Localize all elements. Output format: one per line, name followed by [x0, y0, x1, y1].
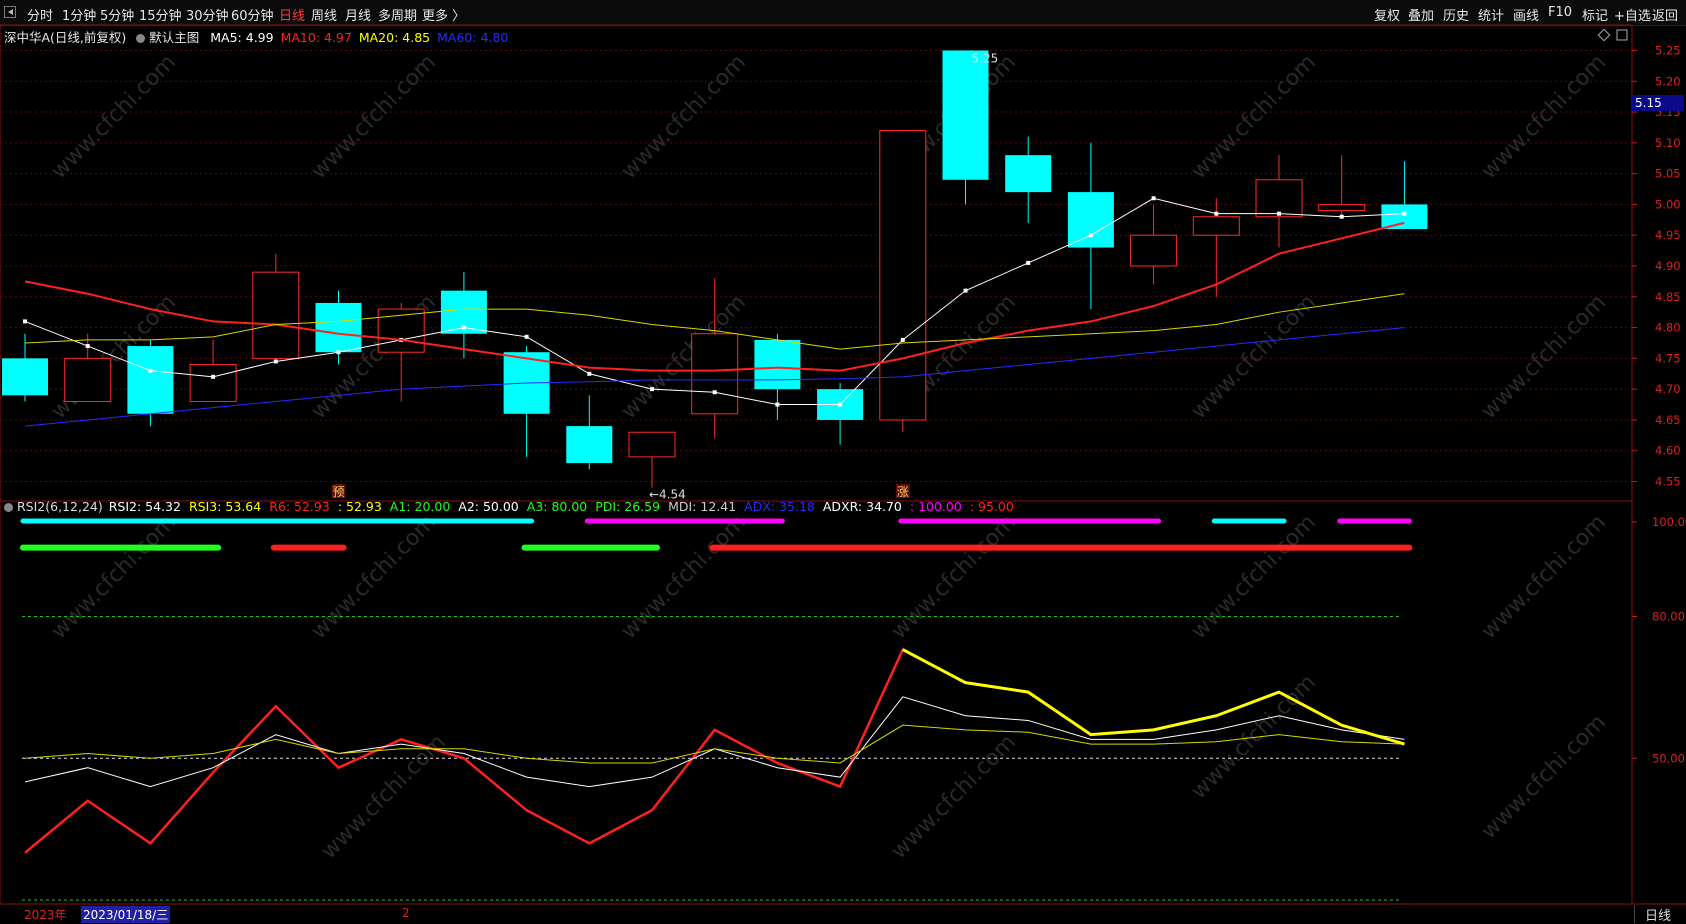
price-tick-label: 4.90 [1655, 259, 1681, 273]
ma5-point [524, 334, 529, 339]
rsi-line-r6 [24, 647, 1405, 854]
watermark: www.cfchi.com [47, 510, 181, 644]
candle-body-up [64, 357, 112, 402]
ma5-point [1088, 233, 1093, 238]
rsi-tick-label: 50.00 [1652, 751, 1685, 765]
watermark: www.cfchi.com [307, 510, 441, 644]
high-annotation: 5.25 [972, 51, 999, 65]
candle-body-up [628, 431, 676, 458]
diamond-icon [1597, 28, 1611, 42]
ma5-point [211, 374, 216, 379]
ma5-point [900, 337, 905, 342]
candle-body-up [1130, 234, 1178, 267]
ma5-point [712, 390, 717, 395]
candle-body-down [1005, 155, 1052, 193]
price-tick-label: 5.00 [1655, 197, 1681, 211]
current-price-tag: 5.15 [1632, 95, 1684, 111]
price-tick-label: 4.70 [1655, 382, 1681, 396]
watermark: www.cfchi.com [1477, 290, 1611, 424]
price-tick-label: 4.60 [1655, 444, 1681, 458]
window-icon [1616, 29, 1628, 41]
candle-body-up [252, 271, 300, 359]
watermark: www.cfchi.com [1187, 50, 1321, 184]
event-marker-label: 预 [333, 485, 345, 499]
watermark: www.cfchi.com [1477, 50, 1611, 184]
footer-cursor-date: 2023/01/18/三 [81, 906, 171, 923]
footer-month-mark: 2 [402, 906, 410, 920]
price-tick-label: 5.25 [1655, 43, 1681, 57]
price-tick-label: 4.95 [1655, 228, 1681, 242]
event-marker-label: 涨 [897, 484, 909, 499]
watermark: www.cfchi.com [1477, 510, 1611, 644]
ma5-point [775, 402, 780, 407]
ma5-point [1026, 260, 1031, 265]
ma5-point [650, 387, 654, 392]
ma5-point [1214, 211, 1219, 216]
candle-body-down [566, 426, 613, 464]
watermark: www.cfchi.com [617, 510, 751, 644]
candle-body-down [942, 50, 989, 180]
candle-body-up [691, 333, 739, 415]
ma5-point [85, 344, 90, 349]
candle-body-down [315, 302, 362, 353]
rsi-tick-label: 100.00 [1652, 515, 1686, 529]
price-tick-label: 4.85 [1655, 290, 1681, 304]
candle-body-up [189, 364, 237, 402]
watermark: www.cfchi.com [307, 50, 441, 184]
price-tick-label: 4.80 [1655, 321, 1681, 335]
watermark: www.cfchi.com [1187, 290, 1321, 424]
price-tick-label: 4.65 [1655, 413, 1681, 427]
rsi-panel-frame [0, 500, 1633, 905]
price-tick-label: 4.75 [1655, 351, 1681, 365]
price-tick-label: 5.10 [1655, 136, 1681, 150]
ma5-point [336, 350, 341, 355]
candle-body-down [2, 358, 48, 396]
candle-body-up [1255, 179, 1303, 218]
footer-year: 2023年 [24, 908, 67, 922]
watermark: www.cfchi.com [887, 510, 1021, 644]
period-status-tab[interactable]: 日线 [1634, 905, 1684, 924]
watermark: www.cfchi.com [47, 50, 181, 184]
ma5-point [148, 368, 153, 373]
ma5-point [1402, 211, 1407, 216]
candle-body-down [754, 339, 801, 390]
ma5-point [963, 288, 968, 293]
watermark: www.cfchi.com [617, 50, 751, 184]
rsi-tick-label: 80.00 [1652, 610, 1685, 624]
low-annotation: ←4.54 [649, 488, 686, 502]
ma5-point [461, 325, 466, 330]
candle-body-down [127, 346, 174, 414]
candle-body-down [1381, 204, 1428, 230]
candle-body-up [1192, 216, 1240, 236]
ma5-point [23, 319, 27, 324]
candle-body-up [1318, 203, 1366, 212]
ma5-point [587, 371, 592, 376]
candle-body-down [1067, 192, 1114, 248]
watermark: www.cfchi.com [1477, 710, 1611, 844]
watermark: www.cfchi.com [1187, 510, 1321, 644]
price-tick-label: 5.05 [1655, 167, 1681, 181]
price-tick-label: 5.20 [1655, 74, 1681, 88]
watermark: www.cfchi.com [887, 730, 1021, 864]
ma5-point [1151, 196, 1156, 201]
ma5-point [273, 359, 278, 364]
ma5-point [838, 402, 843, 407]
ma5-point [1277, 211, 1281, 216]
kline-chart[interactable]: 4.55 4.60 4.65 4.70 4.75 4.80 4.85 4.90 4.95 5.00… [0, 0, 1686, 924]
price-tick-label: 4.55 [1655, 475, 1681, 489]
rsi-line-rsi2 [24, 696, 1405, 788]
main-panel-frame [0, 24, 1633, 502]
ma5-point [1339, 214, 1344, 219]
